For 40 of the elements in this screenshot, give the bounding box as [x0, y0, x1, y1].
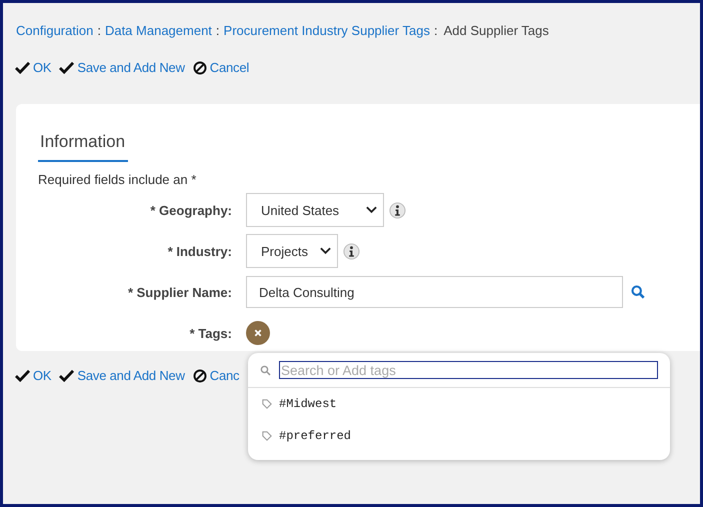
breadcrumb-separator: :	[434, 22, 438, 38]
select-field[interactable]: Projects	[246, 234, 338, 268]
action-link[interactable]: OK	[15, 368, 52, 383]
tag-search-field[interactable]: Search or Add tags	[279, 361, 658, 379]
breadcrumb-separator: :	[216, 22, 220, 38]
field-label: * Supplier Name:	[126, 284, 232, 300]
field-label: * Geography:	[149, 202, 232, 218]
chevron-icon	[320, 247, 331, 255]
tag-option[interactable]: #preferred	[248, 420, 670, 452]
search-icon	[260, 364, 271, 376]
cancel-icon	[192, 368, 207, 382]
breadcrumb-separator: :	[97, 22, 101, 38]
select-field[interactable]: United States	[246, 193, 384, 227]
clear-icon[interactable]	[246, 321, 270, 345]
breadcrumb-link[interactable]: Procurement Industry Supplier Tags	[224, 22, 430, 38]
section-title: Information	[38, 132, 128, 162]
breadcrumb-current: Add Supplier Tags	[444, 22, 549, 38]
check-icon	[59, 61, 74, 74]
check-icon	[15, 369, 30, 382]
required-note: Required fields include an *	[38, 172, 198, 187]
breadcrumb-link[interactable]: Data Management	[104, 22, 212, 38]
tag-option[interactable]: #Midwest	[248, 388, 670, 420]
tag-icon	[262, 399, 272, 409]
action-link[interactable]: Cancel	[192, 60, 250, 75]
tag-icon	[262, 431, 272, 441]
info-icon[interactable]	[389, 202, 406, 218]
check-icon	[59, 369, 74, 382]
action-link[interactable]: OK	[15, 60, 52, 75]
supplier-name-field[interactable]: Delta Consulting	[246, 276, 623, 308]
field-label: * Industry:	[166, 244, 232, 258]
chevron-icon	[366, 206, 377, 214]
search-icon[interactable]	[631, 285, 645, 299]
cancel-icon	[192, 60, 207, 74]
field-label: * Tags:	[188, 326, 232, 340]
info-icon[interactable]	[343, 242, 360, 260]
action-link[interactable]: Save and Add New	[59, 60, 185, 75]
action-link[interactable]: Save and Add New	[59, 368, 185, 383]
breadcrumb-link[interactable]: Configuration	[16, 22, 94, 38]
check-icon	[15, 61, 30, 74]
action-link[interactable]: Canc	[192, 368, 240, 383]
